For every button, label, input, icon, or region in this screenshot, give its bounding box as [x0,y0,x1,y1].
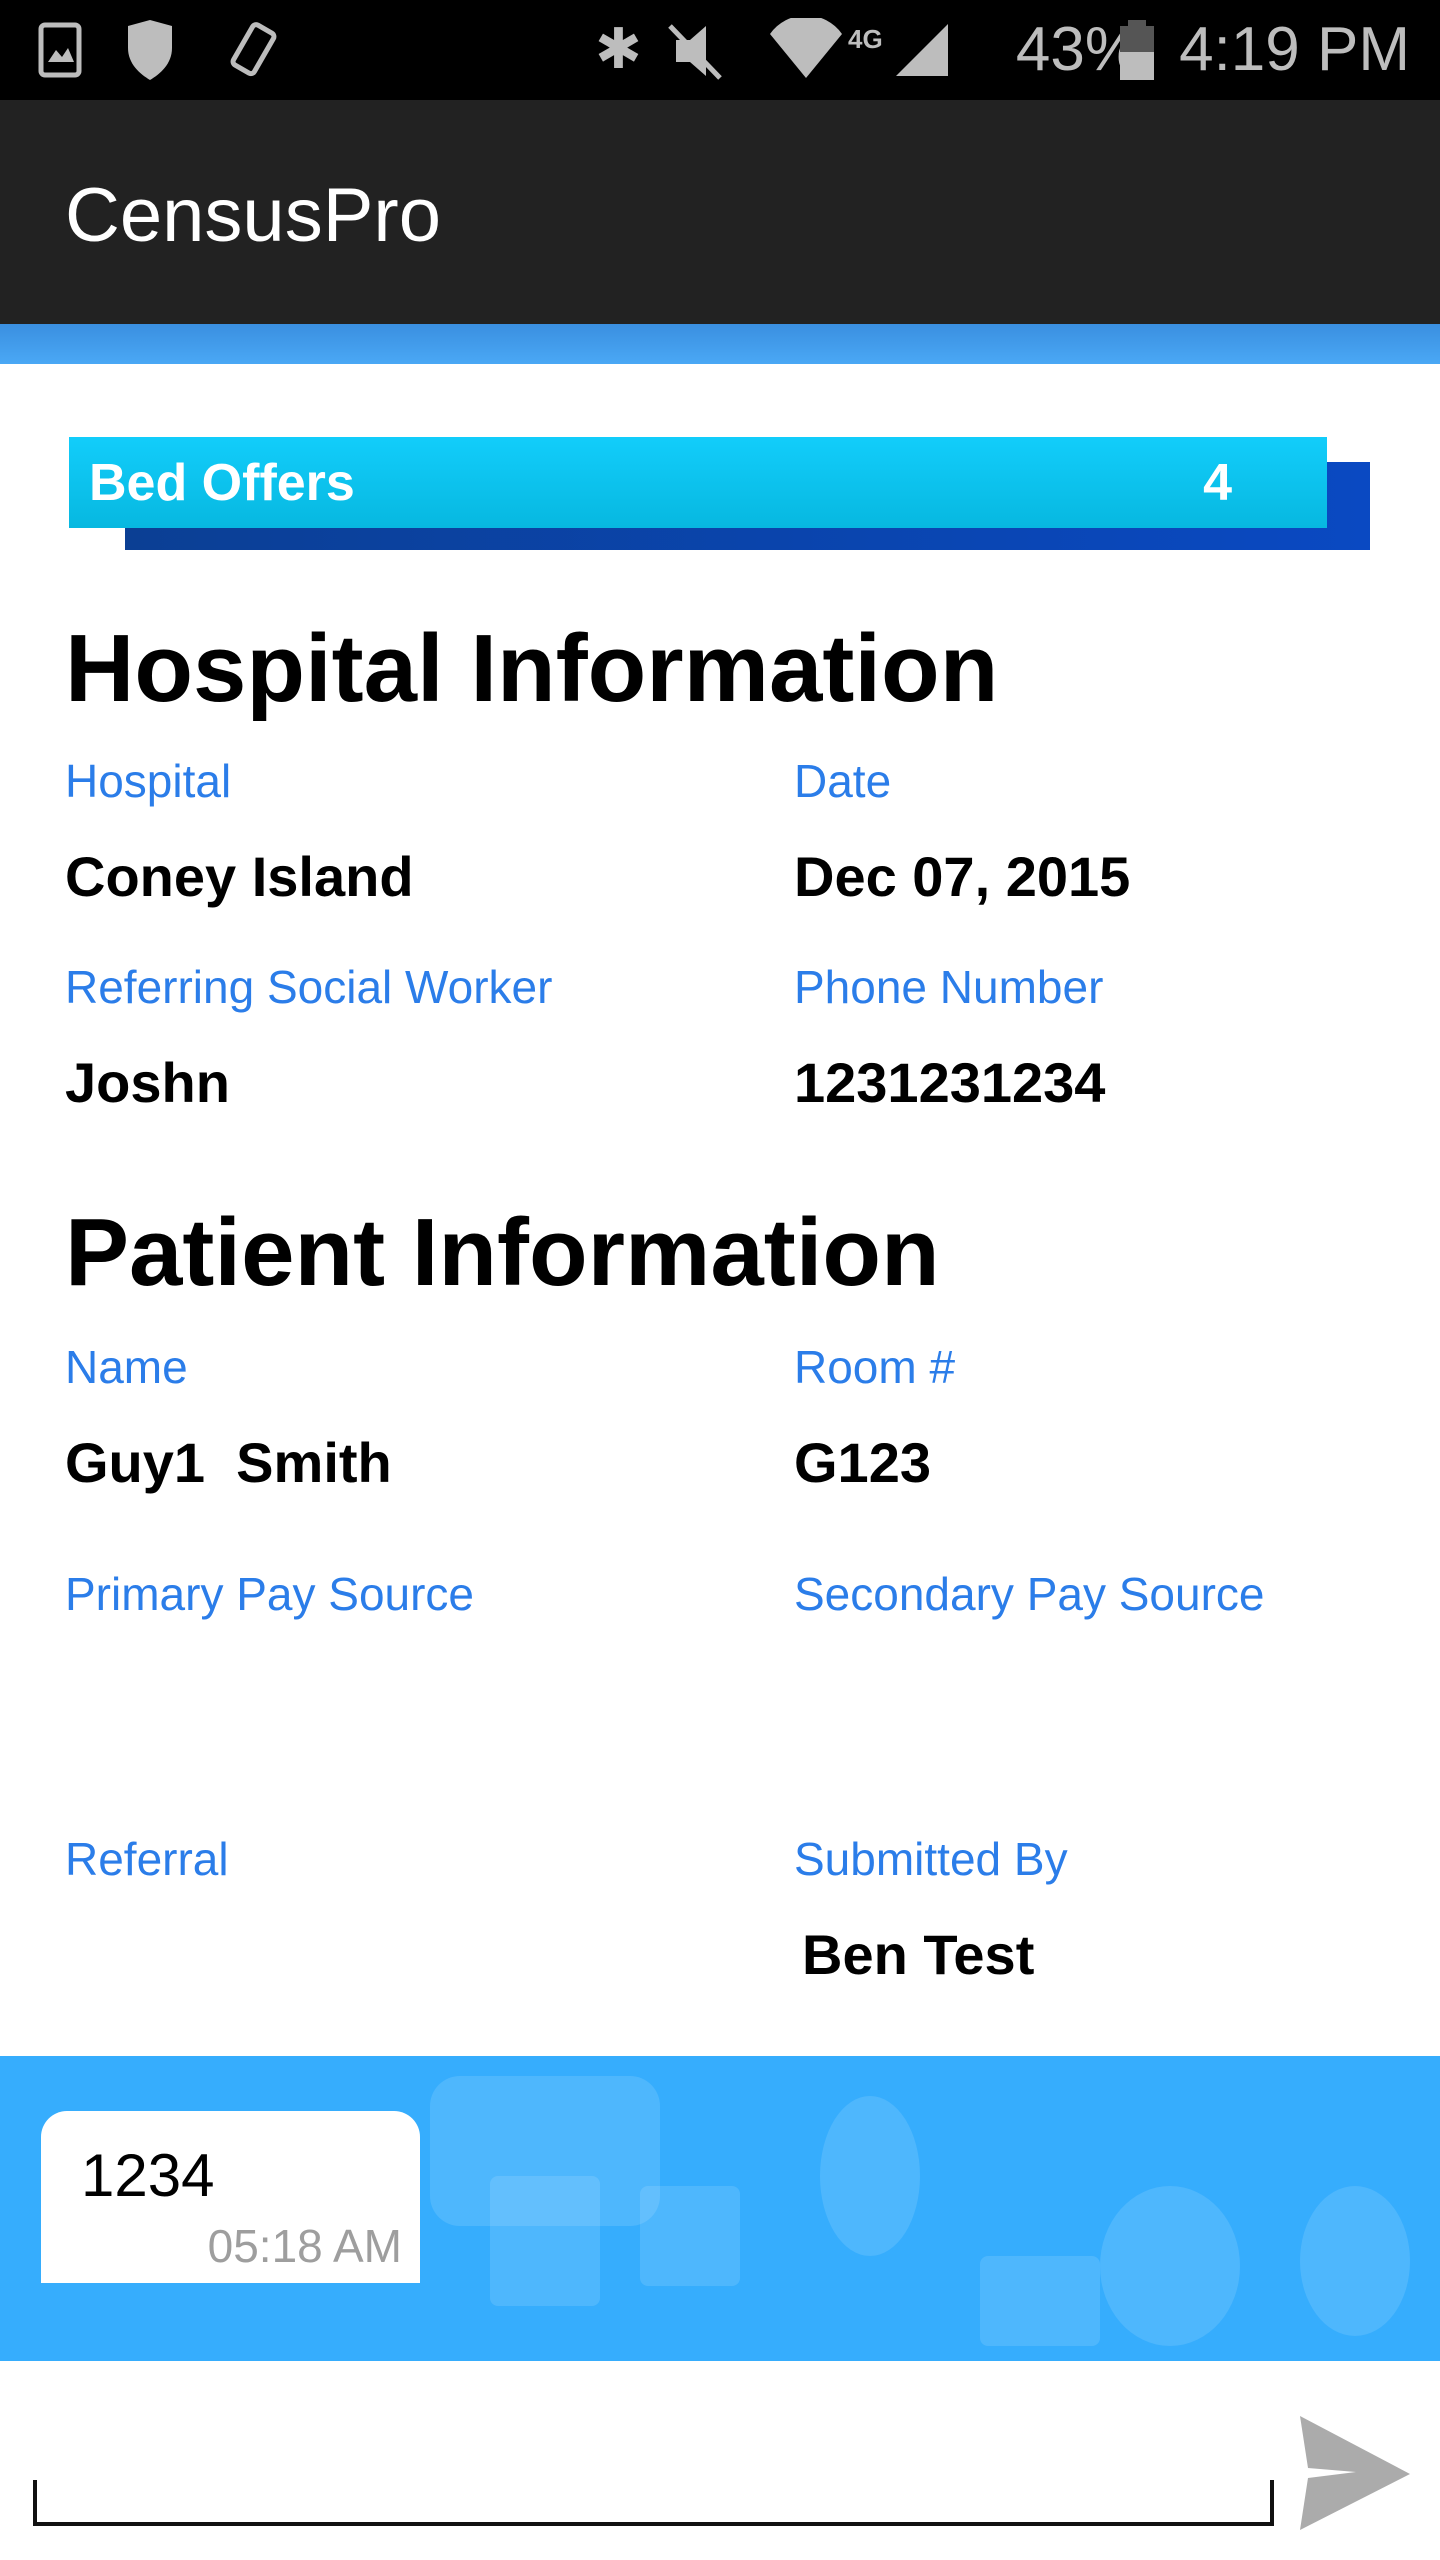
date-value: Dec 07, 2015 [794,845,1131,908]
name-value: Guy1 Smith [65,1431,392,1494]
patient-information-heading: Patient Information [65,1199,940,1306]
message-text: 1234 [81,2142,215,2209]
battery-icon [1120,20,1154,80]
hospital-value: Coney Island [65,845,414,908]
bed-offers-banner[interactable]: Bed Offers 4 [69,437,1327,528]
vibrate-mute-icon [668,24,722,80]
hospital-label: Hospital [65,755,232,807]
social-worker-value: Joshn [65,1051,230,1114]
phone-label: Phone Number [794,961,1104,1013]
social-worker-label: Referring Social Worker [65,961,553,1013]
decorative-strip [0,324,1440,364]
gallery-icon [38,22,82,78]
bed-offers-label: Bed Offers [89,454,355,512]
name-label: Name [65,1341,188,1393]
primary-pay-label: Primary Pay Source [65,1568,475,1620]
date-label: Date [794,755,892,807]
room-value: G123 [794,1431,931,1494]
message-timestamp: 05:18 AM [207,2220,402,2272]
bluetooth-icon: ✱ [595,17,642,80]
app-bar: CensusPro [0,100,1440,324]
chat-message-bubble: 1234 05:18 AM [41,2111,420,2283]
bed-offers-count: 4 [1203,454,1232,512]
signal-icon [896,24,948,76]
room-label: Room # [794,1341,956,1393]
status-bar: ✱ 4G 43% 4:19 PM [0,0,1440,100]
referral-label: Referral [65,1833,229,1885]
shield-sync-icon [128,20,172,80]
secondary-pay-label: Secondary Pay Source [794,1568,1265,1620]
message-input[interactable] [33,2480,1274,2526]
send-icon[interactable] [1296,2416,1414,2530]
hospital-information-heading: Hospital Information [65,615,999,722]
4g-lte-icon: 4G [848,24,883,54]
app-title: CensusPro [65,173,441,258]
clock: 4:19 PM [1179,15,1410,84]
wifi-icon: 4G [770,18,883,78]
phone-rotate-icon [230,22,277,77]
submitted-by-label: Submitted By [794,1833,1068,1885]
phone-value: 1231231234 [794,1051,1106,1114]
submitted-by-value: Ben Test [802,1923,1035,1986]
